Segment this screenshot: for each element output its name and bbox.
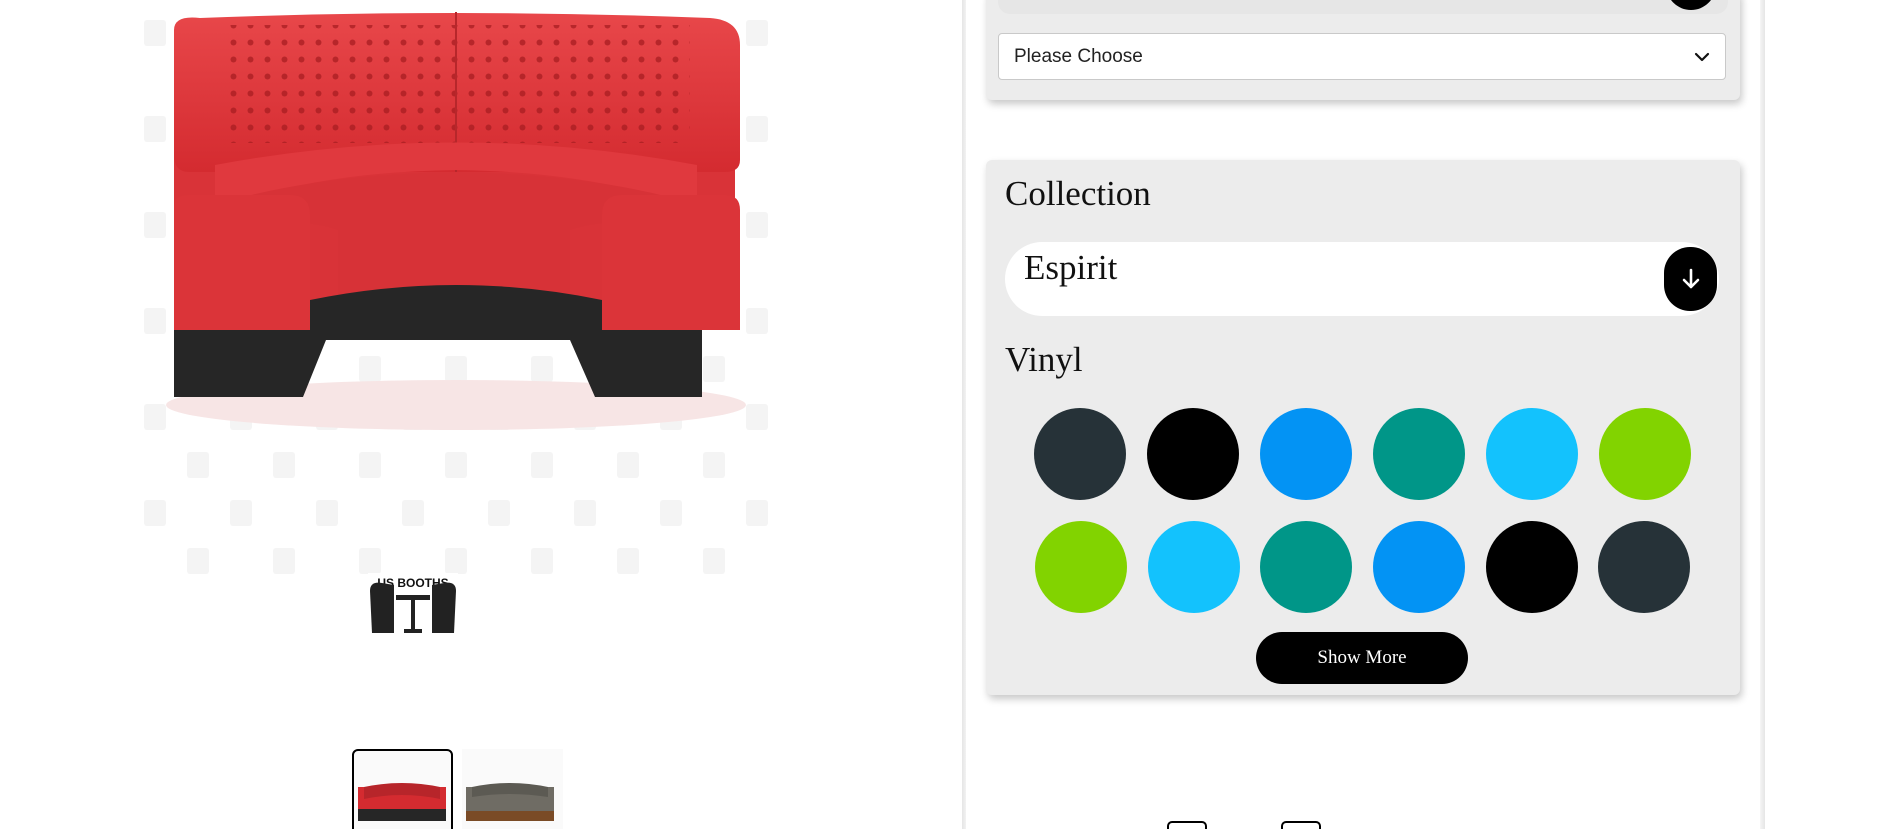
- collection-select[interactable]: Espirit: [1005, 242, 1719, 316]
- configurator-panel: Please Choose Collection Espirit Vinyl S…: [966, 0, 1760, 829]
- thumbnail-red-booth[interactable]: [352, 749, 453, 829]
- vinyl-swatch-8[interactable]: [1148, 521, 1240, 613]
- chevron-down-icon: [1694, 52, 1710, 62]
- option-select[interactable]: Please Choose: [998, 33, 1726, 80]
- vinyl-swatch-9[interactable]: [1260, 521, 1352, 613]
- vinyl-swatch-12[interactable]: [1598, 521, 1690, 613]
- vinyl-swatch-6[interactable]: [1599, 408, 1691, 500]
- vinyl-swatch-4[interactable]: [1373, 408, 1465, 500]
- collection-value: Espirit: [1024, 248, 1118, 287]
- vinyl-swatch-10[interactable]: [1373, 521, 1465, 613]
- vinyl-swatch-2[interactable]: [1147, 408, 1239, 500]
- option-pill: [998, 0, 1728, 14]
- quantity-increment-button[interactable]: [1281, 821, 1321, 829]
- vinyl-swatch-7[interactable]: [1035, 521, 1127, 613]
- option-select-value: Please Choose: [1014, 45, 1143, 67]
- product-image: US BOOTHS: [140, 0, 774, 750]
- thumbnail-gray-booth[interactable]: [462, 749, 563, 829]
- bottom-controls: [966, 821, 1760, 829]
- vinyl-title: Vinyl: [1005, 340, 1083, 379]
- vinyl-swatch-1[interactable]: [1034, 408, 1126, 500]
- vinyl-swatch-11[interactable]: [1486, 521, 1578, 613]
- collection-title: Collection: [1005, 174, 1151, 213]
- option-card: Please Choose: [986, 0, 1740, 100]
- quantity-decrement-button[interactable]: [1167, 821, 1207, 829]
- arrow-down-icon: [1682, 268, 1699, 289]
- booth-image: US BOOTHS: [166, 12, 746, 643]
- collection-arrow-button[interactable]: [1664, 247, 1717, 311]
- vinyl-swatch-3[interactable]: [1260, 408, 1352, 500]
- show-more-button[interactable]: Show More: [1256, 632, 1468, 684]
- vinyl-swatch-5[interactable]: [1486, 408, 1578, 500]
- collection-card: Collection Espirit Vinyl Show More: [986, 160, 1740, 695]
